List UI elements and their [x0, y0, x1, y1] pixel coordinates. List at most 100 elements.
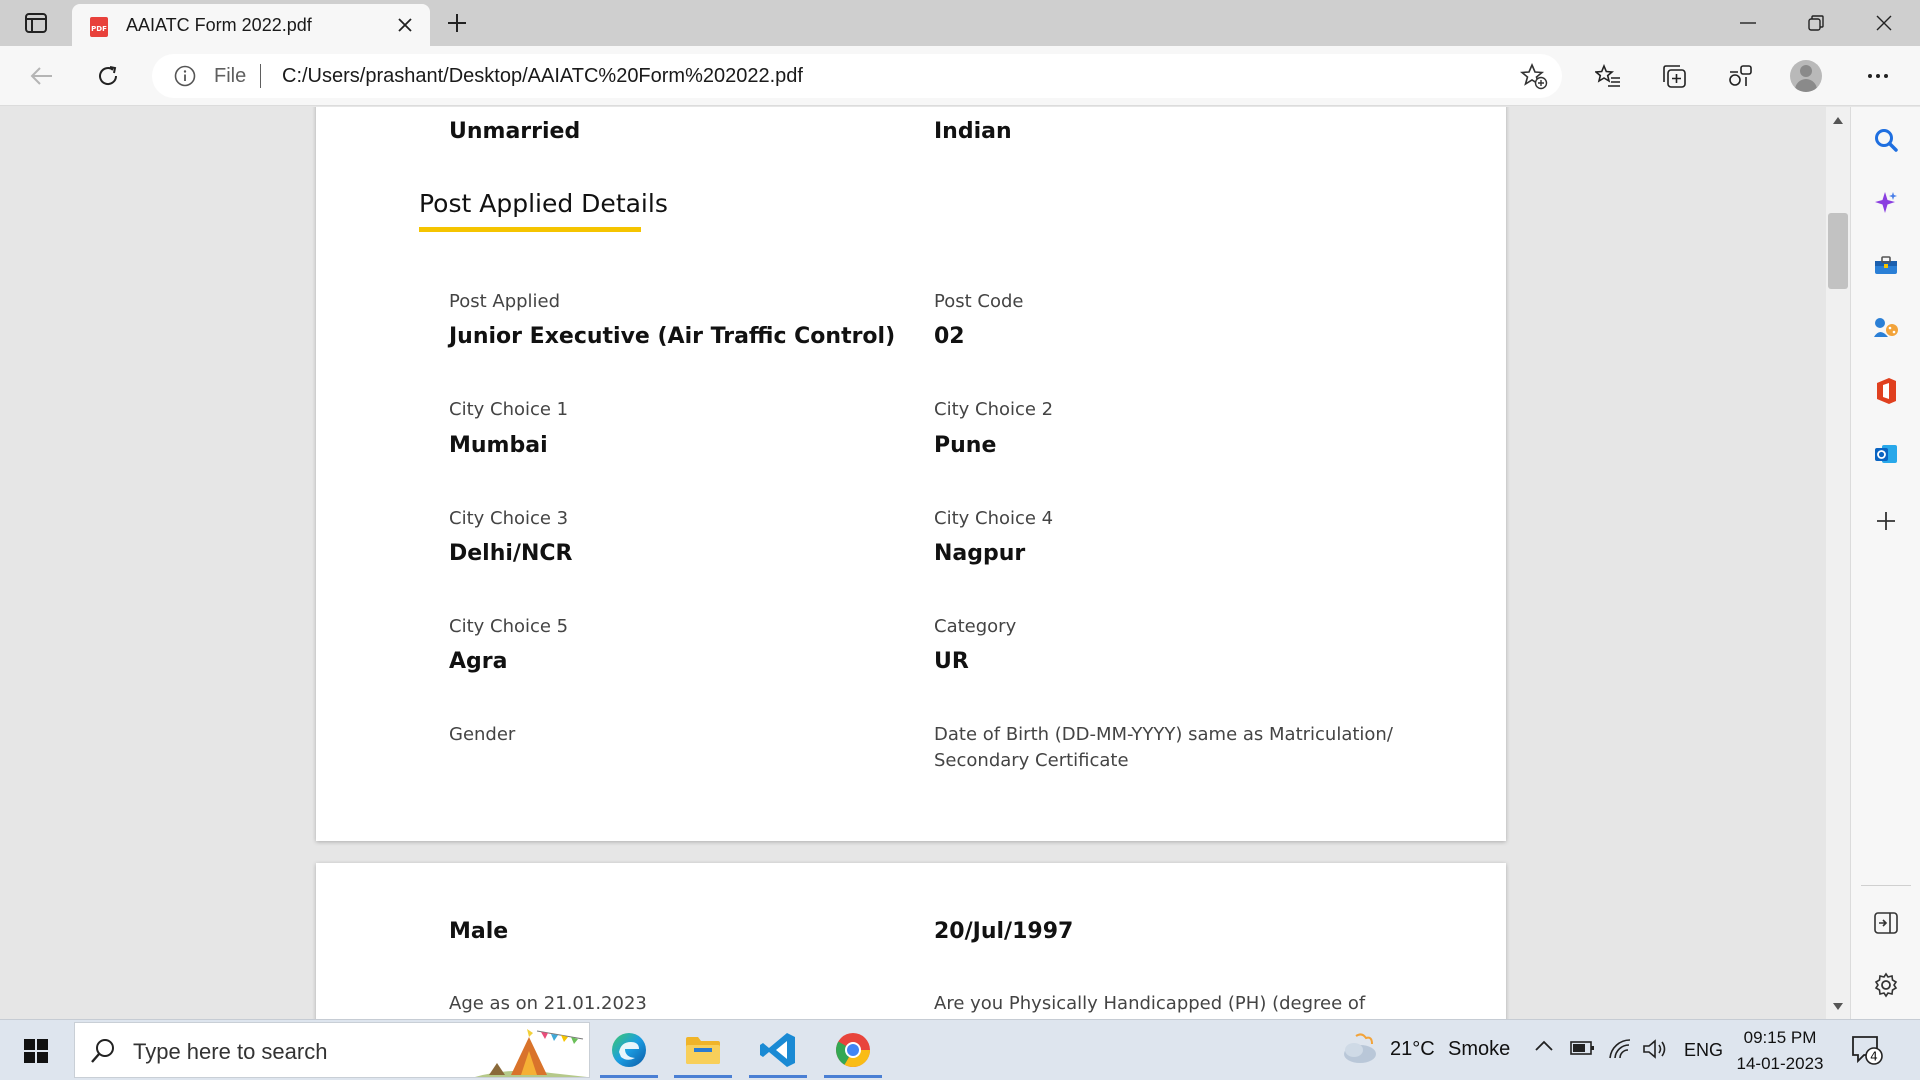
field-label: Category: [934, 616, 1017, 637]
scheme-label: File: [214, 65, 247, 87]
back-button[interactable]: [22, 56, 62, 96]
windows-taskbar: Type here to search 21°C Smoke ENG 09:15…: [0, 1019, 1920, 1080]
favorites-button[interactable]: [1588, 56, 1628, 96]
close-window-button[interactable]: [1850, 0, 1918, 46]
tab-close-button[interactable]: [392, 12, 418, 38]
sidebar-tools-button[interactable]: [1866, 245, 1906, 285]
dob-label: Date of Birth (DD-MM-YYYY) same as Matri…: [934, 724, 1393, 745]
field-value: UR: [934, 649, 969, 674]
sidebar-games-button[interactable]: [1866, 308, 1906, 348]
battery-icon[interactable]: [1570, 1040, 1596, 1056]
sparkle-icon: [1875, 192, 1897, 213]
field-value: Mumbai: [449, 433, 548, 458]
weather-condition[interactable]: Smoke: [1448, 1038, 1510, 1061]
taskbar-edge-button[interactable]: [594, 1022, 664, 1078]
refresh-button[interactable]: [88, 56, 128, 96]
edge-sidebar: [1850, 107, 1920, 1019]
pdf-page: Unmarried Indian Post Applied Details Po…: [316, 107, 1506, 841]
pdf-scrollbar[interactable]: [1826, 107, 1850, 1019]
section-underline: [419, 227, 641, 232]
office-icon: [1877, 378, 1896, 404]
search-highlight-illustration: [471, 1027, 587, 1080]
field-label: City Choice 3: [449, 508, 569, 529]
close-icon: [1876, 15, 1892, 31]
chrome-icon: [836, 1033, 870, 1067]
search-placeholder: Type here to search: [133, 1039, 328, 1064]
address-separator: [260, 64, 261, 88]
collections-button[interactable]: [1654, 56, 1694, 96]
refresh-icon: [99, 66, 118, 85]
field-value: Agra: [449, 649, 508, 674]
ph-label: Are you Physically Handicapped (PH) (deg…: [934, 993, 1366, 1014]
new-tab-button[interactable]: [440, 8, 474, 38]
taskbar-chrome-button[interactable]: [818, 1022, 888, 1078]
running-indicator: [824, 1075, 882, 1078]
extensions-icon: [1729, 65, 1752, 86]
hide-sidebar-button[interactable]: [1866, 903, 1906, 943]
tab-strip: PDF AAIATC Form 2022.pdf: [0, 0, 1920, 46]
taskbar-file-explorer-button[interactable]: [668, 1022, 738, 1078]
sidebar-collapse-icon: [1874, 912, 1898, 934]
address-bar[interactable]: File C:/Users/prashant/Desktop/AAIATC%20…: [152, 54, 1562, 98]
sidebar-add-button[interactable]: [1866, 501, 1906, 541]
chevron-up-icon[interactable]: [1534, 1040, 1554, 1052]
profile-avatar[interactable]: [1790, 60, 1822, 92]
gear-icon: [1874, 972, 1898, 998]
taskbar-vscode-button[interactable]: [743, 1022, 813, 1078]
search-icon: [1875, 129, 1898, 152]
sidebar-settings-button[interactable]: [1866, 965, 1906, 1005]
sidebar-discover-button[interactable]: [1866, 183, 1906, 223]
info-icon[interactable]: [174, 65, 196, 92]
notification-center-button[interactable]: 4: [1850, 1034, 1884, 1071]
sidebar-outlook-button[interactable]: [1866, 434, 1906, 474]
field-value: Nagpur: [934, 541, 1026, 566]
scroll-down-icon[interactable]: [1830, 999, 1846, 1013]
weather-temperature[interactable]: 21°C: [1390, 1038, 1435, 1061]
notification-icon: 4: [1852, 1036, 1883, 1065]
scroll-up-icon[interactable]: [1830, 113, 1846, 127]
running-indicator: [674, 1075, 732, 1078]
favorites-icon: [1595, 64, 1620, 87]
sidebar-office-button[interactable]: [1866, 371, 1906, 411]
folder-icon: [686, 1037, 720, 1064]
scrollbar-thumb[interactable]: [1828, 213, 1848, 289]
start-button[interactable]: [14, 1030, 58, 1072]
extensions-button[interactable]: [1720, 56, 1760, 96]
field-value: Junior Executive (Air Traffic Control): [449, 324, 896, 349]
taskbar-search-box[interactable]: Type here to search: [74, 1022, 590, 1078]
back-arrow-icon: [30, 67, 52, 85]
tab-title: AAIATC Form 2022.pdf: [126, 15, 312, 35]
url-text[interactable]: C:/Users/prashant/Desktop/AAIATC%20Form%…: [282, 65, 803, 88]
running-indicator: [600, 1075, 658, 1078]
clock-date[interactable]: 14-01-2023: [1732, 1054, 1828, 1074]
minimize-icon: [1740, 22, 1756, 24]
add-favorite-icon[interactable]: [1519, 62, 1548, 95]
settings-menu-button[interactable]: [1858, 56, 1898, 96]
pdf-viewer: Unmarried Indian Post Applied Details Po…: [0, 107, 1850, 1019]
field-label: City Choice 5: [449, 616, 569, 637]
clock-time[interactable]: 09:15 PM: [1732, 1028, 1828, 1048]
sidebar-search-button[interactable]: [1866, 120, 1906, 160]
field-label: City Choice 1: [449, 399, 569, 420]
tab-actions-button[interactable]: [14, 8, 58, 38]
tab-active[interactable]: PDF AAIATC Form 2022.pdf: [72, 4, 430, 46]
collections-icon: [1663, 65, 1686, 88]
pdf-page: Male 20/Jul/1997 Age as on 21.01.2023 Ar…: [316, 863, 1506, 1019]
games-icon: [1874, 318, 1898, 337]
gender-label: Gender: [449, 724, 516, 745]
windows-logo-icon: [24, 1039, 48, 1063]
input-language[interactable]: ENG: [1684, 1040, 1723, 1061]
plus-icon: [448, 14, 466, 32]
running-indicator: [749, 1075, 807, 1078]
section-title: Post Applied Details: [419, 189, 668, 218]
volume-icon[interactable]: [1642, 1038, 1668, 1060]
sidebar-divider: [1861, 885, 1911, 886]
restore-button[interactable]: [1782, 0, 1850, 46]
edge-icon: [612, 1033, 646, 1067]
wifi-icon[interactable]: [1608, 1038, 1632, 1060]
dob-value: 20/Jul/1997: [934, 919, 1074, 944]
nationality-value: Indian: [934, 119, 1012, 144]
minimize-button[interactable]: [1714, 0, 1782, 46]
vscode-icon: [760, 1033, 795, 1067]
weather-icon[interactable]: [1340, 1032, 1380, 1066]
